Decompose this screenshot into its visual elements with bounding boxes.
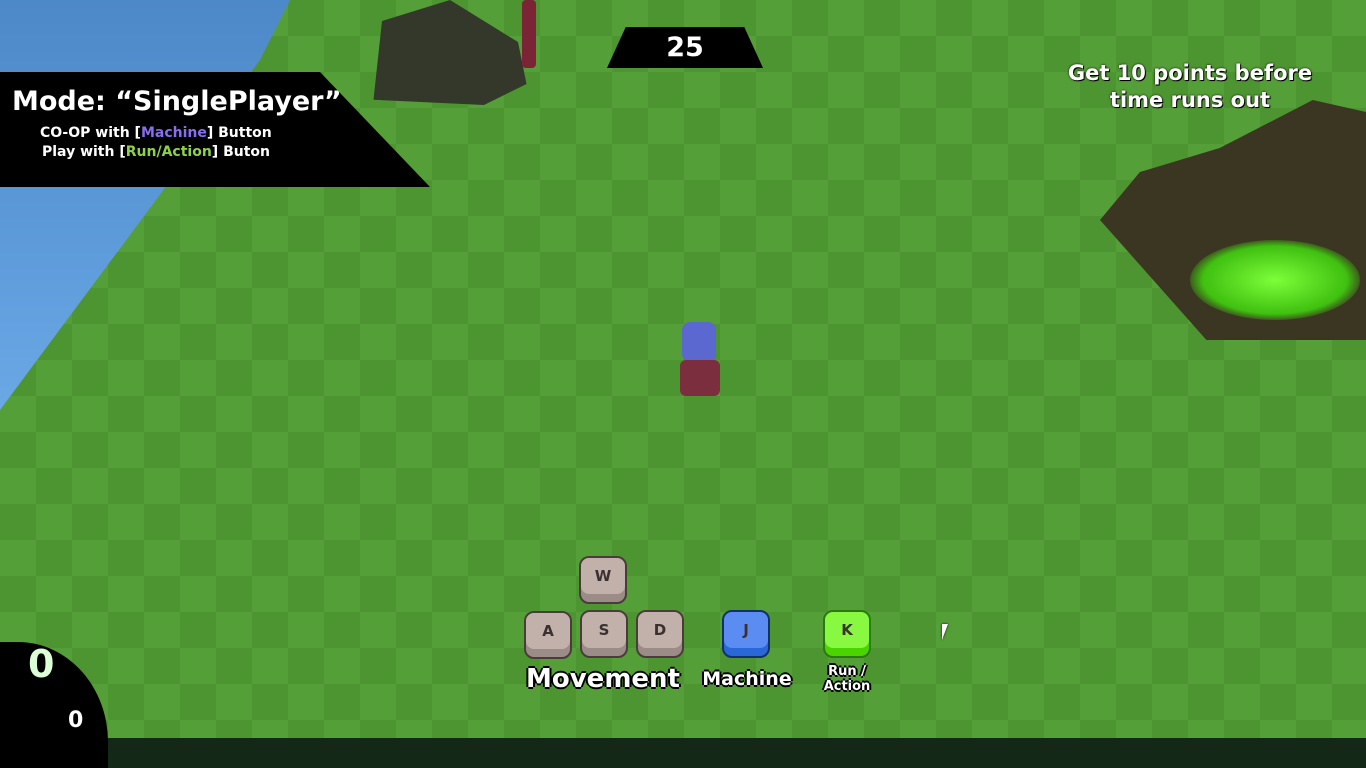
key-d: D xyxy=(636,610,684,658)
ground-shadow xyxy=(0,738,1366,768)
key-s: S xyxy=(580,610,628,658)
score-secondary: 0 xyxy=(68,708,84,733)
run-action-label: Run / Action xyxy=(823,664,871,694)
sky-water xyxy=(0,0,290,410)
key-j: J xyxy=(722,610,770,658)
key-k: K xyxy=(823,610,871,658)
key-w: W xyxy=(579,556,627,604)
machine-label: Machine xyxy=(702,668,792,690)
play-hint: Play with [Run/Action] Buton xyxy=(42,144,270,160)
pole xyxy=(522,0,536,68)
key-a: A xyxy=(524,611,572,659)
machine-glow xyxy=(1190,240,1360,320)
rock xyxy=(373,0,527,105)
countdown-timer: 25 xyxy=(607,27,763,68)
goal-text: Get 10 points before time runs out xyxy=(1067,61,1313,112)
mode-title: Mode: “SinglePlayer” xyxy=(12,86,342,117)
coop-hint: CO-OP with [Machine] Button xyxy=(40,125,272,141)
mouse-cursor-icon xyxy=(942,624,948,640)
score-primary: 0 xyxy=(28,642,55,686)
movement-label: Movement xyxy=(526,664,680,694)
player-character xyxy=(676,322,724,398)
